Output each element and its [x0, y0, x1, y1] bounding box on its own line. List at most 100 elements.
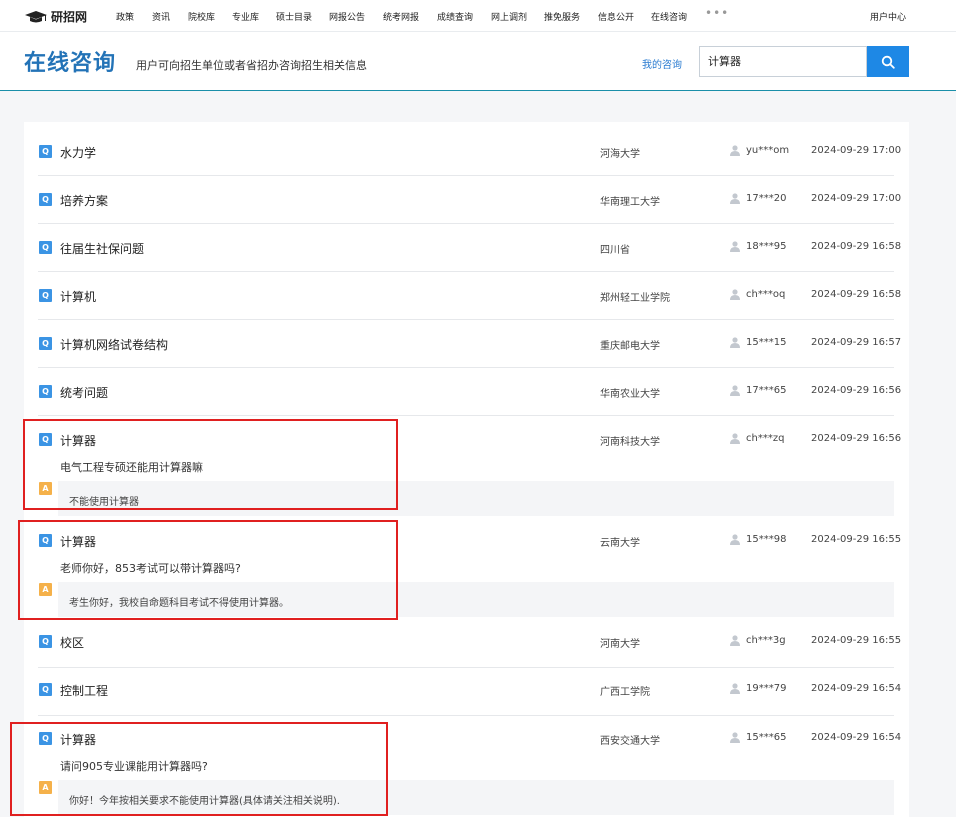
- school-name: 广西工学院: [600, 687, 650, 698]
- nav-item-schools[interactable]: 院校库: [188, 10, 215, 23]
- question-row-expanded[interactable]: Q 计算器 河南科技大学 ch***zq 2024-09-29 16:56 电气…: [38, 416, 901, 518]
- user-icon: [730, 385, 740, 396]
- page-subtitle: 用户可向招生单位或者省招办咨询招生相关信息: [136, 59, 367, 72]
- post-time: 2024-09-29 16:55: [811, 635, 902, 646]
- school-name: 河南大学: [600, 639, 640, 650]
- question-badge: Q: [39, 241, 52, 254]
- school-name: 云南大学: [600, 538, 640, 549]
- nav-item-exam-registration[interactable]: 统考网报: [383, 10, 419, 23]
- user-name: 18***95: [746, 241, 787, 252]
- question-row[interactable]: Q 往届生社保问题 四川省 18***95 2024-09-29 16:58: [38, 224, 901, 272]
- school-name: 华南农业大学: [600, 389, 660, 400]
- question-badge: Q: [39, 145, 52, 158]
- user-icon: [730, 683, 740, 694]
- question-row[interactable]: Q 校区 河南大学 ch***3g 2024-09-29 16:55: [38, 620, 901, 668]
- post-time: 2024-09-29 16:54: [811, 732, 902, 743]
- more-menu-icon[interactable]: •••: [705, 6, 729, 20]
- post-time: 2024-09-29 17:00: [811, 145, 902, 156]
- question-badge: Q: [39, 732, 52, 745]
- question-title[interactable]: 统考问题: [60, 384, 108, 401]
- user-name: 19***79: [746, 683, 787, 694]
- page-header: 在线咨询 用户可向招生单位或者省招办咨询招生相关信息 我的咨询 计算器: [0, 31, 956, 91]
- user-icon: [730, 145, 740, 156]
- user-center-link[interactable]: 用户中心: [870, 10, 906, 23]
- question-badge: Q: [39, 433, 52, 446]
- nav-item-majors[interactable]: 专业库: [232, 10, 259, 23]
- post-time: 2024-09-29 16:57: [811, 337, 902, 348]
- question-badge: Q: [39, 193, 52, 206]
- answer-badge: A: [39, 781, 52, 794]
- nav-item-info-public[interactable]: 信息公开: [598, 10, 634, 23]
- question-title[interactable]: 计算器: [60, 432, 96, 449]
- question-title[interactable]: 往届生社保问题: [60, 240, 144, 257]
- user-name: 17***20: [746, 193, 787, 204]
- question-title[interactable]: 水力学: [60, 144, 96, 161]
- user-icon: [730, 241, 740, 252]
- nav-item-master-catalog[interactable]: 硕士目录: [276, 10, 312, 23]
- my-consult-link[interactable]: 我的咨询: [642, 56, 682, 71]
- question-title[interactable]: 计算器: [60, 731, 96, 748]
- nav-item-online-consult[interactable]: 在线咨询: [651, 10, 687, 23]
- question-title[interactable]: 培养方案: [60, 192, 108, 209]
- post-time: 2024-09-29 16:55: [811, 534, 902, 545]
- user-name: yu***om: [746, 145, 790, 156]
- nav-item-score-query[interactable]: 成绩查询: [437, 10, 473, 23]
- search-input[interactable]: 计算器: [699, 46, 867, 77]
- question-body: 请问905专业课能用计算器吗?: [60, 760, 208, 773]
- user-icon: [730, 534, 740, 545]
- user-name: 15***15: [746, 337, 787, 348]
- question-title[interactable]: 计算器: [60, 533, 96, 550]
- question-title[interactable]: 计算机: [60, 288, 96, 305]
- question-row[interactable]: Q 计算机 郑州轻工业学院 ch***oq 2024-09-29 16:58: [38, 272, 901, 320]
- user-name: ch***3g: [746, 635, 786, 646]
- question-list: Q 水力学 河海大学 yu***om 2024-09-29 17:00 Q 培养…: [24, 122, 909, 817]
- question-row[interactable]: Q 水力学 河海大学 yu***om 2024-09-29 17:00: [38, 128, 901, 176]
- post-time: 2024-09-29 17:00: [811, 193, 902, 204]
- question-row[interactable]: Q 统考问题 华南农业大学 17***65 2024-09-29 16:56: [38, 368, 901, 416]
- question-badge: Q: [39, 635, 52, 648]
- user-name: 15***98: [746, 534, 787, 545]
- question-title[interactable]: 控制工程: [60, 682, 108, 699]
- question-row-expanded[interactable]: Q 计算器 西安交通大学 15***65 2024-09-29 16:54 请问…: [38, 716, 901, 817]
- answer-text: 你好！今年按相关要求不能使用计算器(具体请关注相关说明).: [69, 796, 340, 807]
- answer-badge: A: [39, 482, 52, 495]
- school-name: 郑州轻工业学院: [600, 293, 670, 304]
- search-icon: [881, 55, 895, 69]
- user-name: 17***65: [746, 385, 787, 396]
- question-body: 老师你好，853考试可以带计算器吗?: [60, 562, 241, 575]
- question-body: 电气工程专硕还能用计算器嘛: [60, 461, 203, 474]
- question-row[interactable]: Q 控制工程 广西工学院 19***79 2024-09-29 16:54: [38, 668, 901, 716]
- question-row[interactable]: Q 计算机网络试卷结构 重庆邮电大学 15***15 2024-09-29 16…: [38, 320, 901, 368]
- school-name: 河南科技大学: [600, 437, 660, 448]
- user-name: ch***zq: [746, 433, 785, 444]
- nav-item-policy[interactable]: 政策: [116, 10, 134, 23]
- user-icon: [730, 193, 740, 204]
- question-row-expanded[interactable]: Q 计算器 云南大学 15***98 2024-09-29 16:55 老师你好…: [38, 518, 901, 620]
- school-name: 河海大学: [600, 149, 640, 160]
- user-icon: [730, 635, 740, 646]
- logo-text: 研招网: [51, 10, 88, 24]
- graduation-cap-icon: [25, 10, 47, 22]
- question-badge: Q: [39, 337, 52, 350]
- question-title[interactable]: 计算机网络试卷结构: [60, 336, 168, 353]
- answer-text: 不能使用计算器: [69, 497, 139, 508]
- user-icon: [730, 433, 740, 444]
- question-title[interactable]: 校区: [60, 634, 84, 651]
- post-time: 2024-09-29 16:56: [811, 433, 902, 444]
- search-button[interactable]: [867, 46, 909, 77]
- nav-item-recommendation[interactable]: 推免服务: [544, 10, 580, 23]
- post-time: 2024-09-29 16:58: [811, 241, 902, 252]
- post-time: 2024-09-29 16:56: [811, 385, 902, 396]
- site-logo[interactable]: 研招网: [24, 8, 87, 25]
- nav-item-adjustment[interactable]: 网上调剂: [491, 10, 527, 23]
- school-name: 华南理工大学: [600, 197, 660, 208]
- post-time: 2024-09-29 16:54: [811, 683, 902, 694]
- question-badge: Q: [39, 534, 52, 547]
- answer-text: 考生你好，我校自命题科目考试不得使用计算器。: [69, 598, 289, 609]
- top-nav: 研招网 政策 资讯 院校库 专业库 硕士目录 网报公告 统考网报 成绩查询 网上…: [0, 0, 956, 31]
- nav-item-registration-notice[interactable]: 网报公告: [329, 10, 365, 23]
- question-row[interactable]: Q 培养方案 华南理工大学 17***20 2024-09-29 17:00: [38, 176, 901, 224]
- answer-box: [58, 481, 894, 516]
- nav-item-news[interactable]: 资讯: [152, 10, 170, 23]
- user-name: ch***oq: [746, 289, 786, 300]
